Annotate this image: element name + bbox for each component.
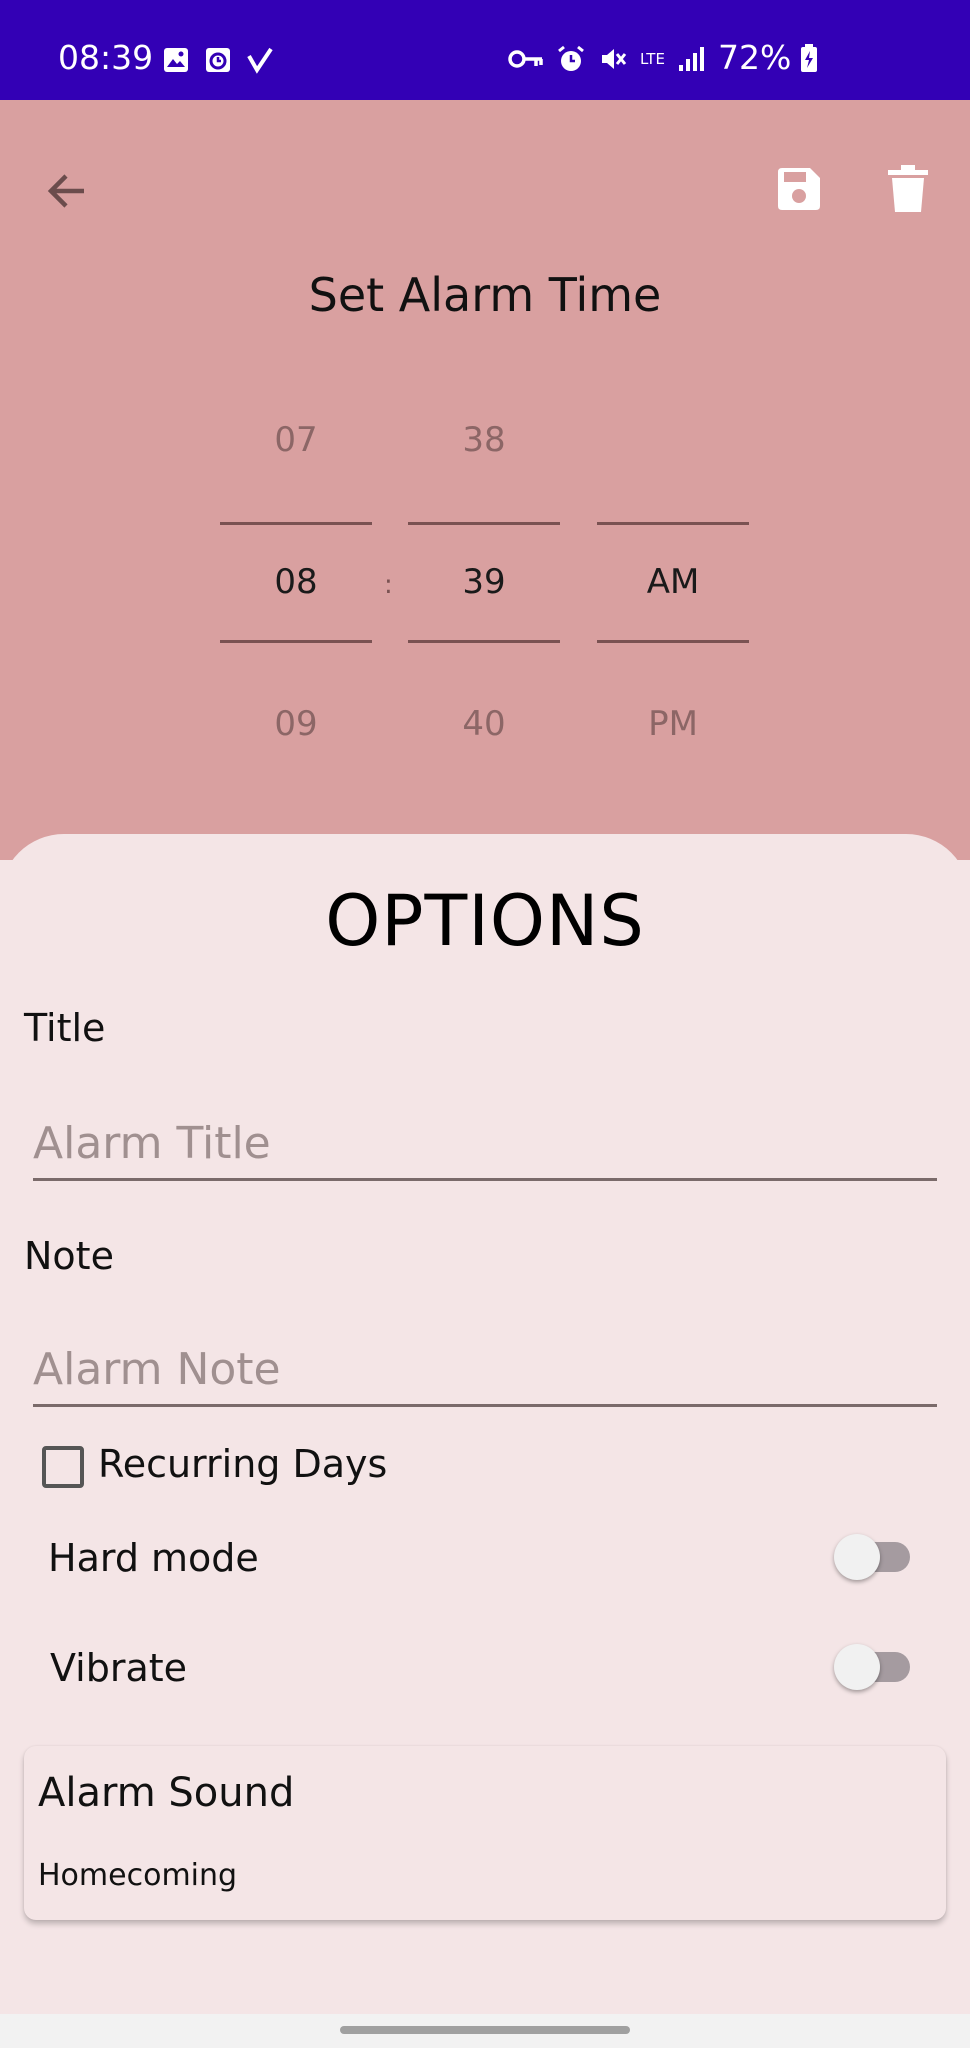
hard-mode-switch[interactable] — [834, 1532, 914, 1582]
status-icons-left — [162, 46, 274, 74]
hour-prev[interactable]: 07 — [220, 420, 372, 460]
navigation-bar — [0, 2014, 970, 2048]
status-icons-right: LTE — [508, 44, 705, 74]
save-icon — [778, 168, 820, 210]
check-icon — [247, 47, 273, 74]
picker-divider — [597, 640, 749, 643]
back-button[interactable] — [40, 164, 94, 218]
time-separator: : — [384, 570, 393, 600]
image-icon — [164, 48, 188, 72]
picker-divider — [408, 522, 560, 525]
alarm-app-icon — [206, 48, 230, 72]
battery-charging-icon — [801, 43, 818, 72]
back-arrow-icon — [47, 174, 84, 208]
note-label: Note — [24, 1234, 114, 1278]
alarm-sound-label: Alarm Sound — [38, 1770, 295, 1816]
alarm-icon — [558, 45, 584, 71]
title-label: Title — [24, 1006, 106, 1050]
lte-icon: LTE — [640, 49, 665, 68]
ampm-selected[interactable]: AM — [597, 562, 749, 602]
save-button[interactable] — [774, 164, 828, 218]
options-title: OPTIONS — [325, 880, 645, 962]
screen-title: Set Alarm Time — [308, 268, 662, 322]
hard-mode-label: Hard mode — [48, 1536, 259, 1580]
minute-prev[interactable]: 38 — [408, 420, 560, 460]
signal-icon — [678, 47, 704, 71]
alarm-sound-value: Homecoming — [38, 1858, 238, 1893]
status-time: 08:39 — [58, 38, 154, 77]
vibrate-switch[interactable] — [834, 1642, 914, 1692]
alarm-note-input[interactable] — [33, 1334, 937, 1407]
picker-divider — [220, 640, 372, 643]
hour-next[interactable]: 09 — [220, 704, 372, 744]
battery-indicator: 72% — [718, 38, 819, 77]
recurring-days-label[interactable]: Recurring Days — [98, 1442, 387, 1486]
hour-selected[interactable]: 08 — [220, 562, 372, 602]
switch-thumb — [834, 1644, 880, 1690]
status-bar: 08:39 LTE 72% — [0, 0, 970, 100]
battery-percent: 72% — [718, 38, 792, 77]
minute-selected[interactable]: 39 — [408, 562, 560, 602]
home-handle[interactable] — [340, 2026, 630, 2034]
mute-icon — [602, 49, 627, 69]
minute-next[interactable]: 40 — [408, 704, 560, 744]
alarm-title-input[interactable] — [33, 1108, 937, 1181]
key-icon — [508, 50, 543, 68]
delete-icon — [888, 165, 928, 212]
recurring-days-checkbox[interactable] — [42, 1446, 84, 1488]
alarm-sound-card[interactable]: Alarm Sound Homecoming — [24, 1746, 946, 1920]
ampm-next[interactable]: PM — [597, 704, 749, 744]
picker-divider — [220, 522, 372, 525]
switch-thumb — [834, 1534, 880, 1580]
vibrate-label: Vibrate — [50, 1646, 188, 1690]
picker-divider — [597, 522, 749, 525]
picker-divider — [408, 640, 560, 643]
delete-button[interactable] — [886, 164, 940, 218]
